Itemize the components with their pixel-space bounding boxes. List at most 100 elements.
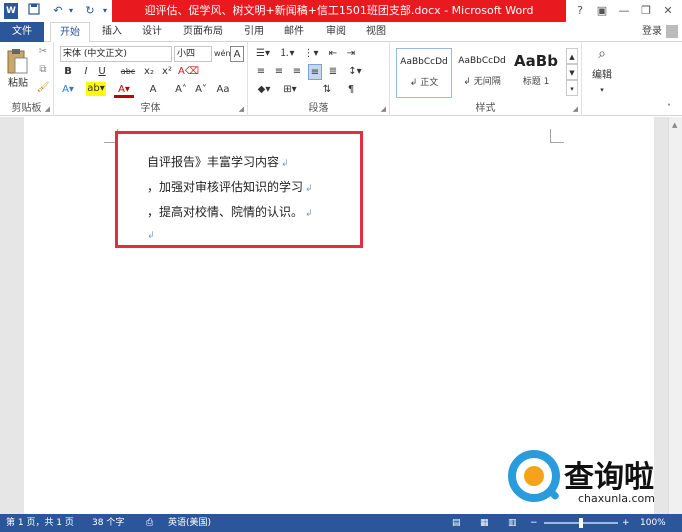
grow-font-button[interactable]: A˄	[172, 82, 190, 98]
web-layout-icon[interactable]: ▥	[508, 514, 517, 532]
read-mode-icon[interactable]: ▤	[452, 514, 461, 532]
tab-review[interactable]: 审阅	[318, 22, 354, 42]
justify-icon[interactable]: ≡	[308, 64, 322, 80]
align-right-icon[interactable]: ≡	[290, 64, 304, 80]
styles-group-label: 样式	[475, 103, 496, 114]
editing-dropdown-icon[interactable]: ▾	[596, 82, 608, 98]
crop-mark	[550, 129, 564, 143]
undo-dropdown-icon[interactable]: ▾	[66, 3, 76, 19]
paragraph-group: ☰▾ ⒈▾ ⋮▾ ⇤ ⇥ ≡ ≡ ≡ ≡ ≣ ↕▾ ◆▾ ⊞▾ ⇅ ¶ 段落 ◢	[248, 42, 390, 116]
word-count[interactable]: 38 个字	[92, 514, 124, 532]
show-marks-icon[interactable]: ¶	[344, 82, 358, 98]
sort-icon[interactable]: ⇅	[318, 82, 336, 98]
proofing-icon[interactable]: ⎙	[146, 514, 153, 532]
bullets-icon[interactable]: ☰▾	[254, 46, 272, 62]
clear-formatting-icon[interactable]: A⌫	[178, 64, 199, 80]
window-title: 迎评估、促学风、树文明+新闻稿+信工1501班团支部.docx - Micros…	[112, 0, 566, 22]
collapse-ribbon-icon[interactable]: ˄	[662, 100, 676, 116]
tab-page-layout[interactable]: 页面布局	[176, 22, 230, 42]
tab-mailings[interactable]: 邮件	[276, 22, 312, 42]
paste-button[interactable]: 粘贴	[4, 76, 32, 92]
watermark-url: chaxunla.com	[578, 492, 655, 505]
word-logo-icon: W	[4, 3, 18, 19]
account-avatar[interactable]	[666, 25, 678, 38]
close-icon[interactable]: ✕	[660, 2, 676, 20]
help-button[interactable]: ?	[572, 2, 588, 20]
strikethrough-button[interactable]: abc	[118, 64, 138, 80]
font-size-combo[interactable]: 小四	[174, 46, 212, 62]
style-no-spacing[interactable]: AaBbCcDd ↲ 无间隔	[454, 48, 510, 98]
paragraph-group-label: 段落	[308, 103, 329, 114]
copy-icon[interactable]: ⧉	[36, 62, 50, 78]
zoom-in-icon[interactable]: +	[622, 514, 630, 532]
style-normal[interactable]: AaBbCcDd ↲ 正文	[396, 48, 452, 98]
ribbon-display-options-icon[interactable]: ▣	[594, 2, 610, 20]
superscript-button[interactable]: x²	[160, 64, 174, 80]
styles-scroll-down-icon[interactable]: ▼	[566, 64, 578, 80]
sign-in-link[interactable]: 登录	[642, 22, 662, 42]
redo-icon[interactable]: ↻	[82, 3, 98, 19]
change-case-icon[interactable]: wén	[214, 46, 231, 62]
binoculars-icon[interactable]: ⌕	[592, 46, 612, 62]
font-color-icon[interactable]: A▾	[114, 82, 134, 98]
decrease-indent-icon[interactable]: ⇤	[326, 46, 340, 62]
zoom-out-icon[interactable]: −	[530, 514, 538, 532]
subscript-button[interactable]: x₂	[142, 64, 156, 80]
watermark-name: 查询啦	[564, 460, 654, 495]
underline-button[interactable]: U	[96, 64, 108, 80]
styles-launcher-icon[interactable]: ◢	[573, 105, 578, 113]
change-case-button[interactable]: Aa	[212, 82, 234, 98]
increase-indent-icon[interactable]: ⇥	[344, 46, 358, 62]
italic-button[interactable]: I	[80, 64, 92, 80]
text-effects-icon[interactable]: A▾	[58, 82, 78, 98]
scroll-up-icon[interactable]: ▲	[672, 121, 677, 129]
char-shading-icon[interactable]: A	[146, 82, 160, 98]
borders-icon[interactable]: ⊞▾	[280, 82, 300, 98]
format-painter-icon[interactable]: 🖌	[36, 80, 50, 96]
tab-home[interactable]: 开始	[50, 22, 90, 43]
watermark-logo: 查询啦 chaxunla.com	[502, 446, 680, 512]
minimize-icon[interactable]: —	[616, 2, 632, 20]
paragraph-launcher-icon[interactable]: ◢	[381, 105, 386, 113]
shrink-font-button[interactable]: A˅	[192, 82, 210, 98]
tab-file[interactable]: 文件	[0, 22, 44, 42]
language-indicator[interactable]: 英语(美国)	[168, 514, 211, 532]
character-border-icon[interactable]: A	[230, 46, 244, 62]
multilevel-list-icon[interactable]: ⋮▾	[302, 46, 320, 62]
status-bar: 第 1 页，共 1 页 38 个字 ⎙ 英语(美国) ▤ ▦ ▥ − + 100…	[0, 514, 682, 532]
paste-icon[interactable]	[6, 48, 28, 76]
align-left-icon[interactable]: ≡	[254, 64, 268, 80]
styles-more-icon[interactable]: ▾	[566, 80, 578, 96]
zoom-slider-thumb[interactable]	[579, 518, 583, 528]
save-icon[interactable]	[26, 3, 42, 19]
editing-group: ⌕ 编辑 ▾	[582, 42, 622, 116]
font-name-combo[interactable]: 宋体 (中文正文)	[60, 46, 172, 62]
page-count[interactable]: 第 1 页，共 1 页	[6, 514, 74, 532]
styles-scroll-up-icon[interactable]: ▲	[566, 48, 578, 64]
print-layout-icon[interactable]: ▦	[480, 514, 489, 532]
numbering-icon[interactable]: ⒈▾	[278, 46, 296, 62]
zoom-level[interactable]: 100%	[640, 514, 666, 532]
restore-icon[interactable]: ❐	[638, 2, 654, 20]
style-heading-1[interactable]: AaBb 标题 1	[512, 48, 560, 98]
font-group-label: 字体	[140, 103, 161, 114]
styles-group: AaBbCcDd ↲ 正文 AaBbCcDd ↲ 无间隔 AaBb 标题 1 ▲…	[390, 42, 582, 116]
tab-design[interactable]: 设计	[134, 22, 170, 42]
font-group: 宋体 (中文正文) 小四 wén A B I U abc x₂ x² A⌫ A▾…	[54, 42, 248, 116]
highlight-color-icon[interactable]: ab▾	[86, 82, 106, 96]
clipboard-launcher-icon[interactable]: ◢	[45, 105, 50, 113]
tab-references[interactable]: 引用	[236, 22, 272, 42]
tab-view[interactable]: 视图	[358, 22, 394, 42]
tab-insert[interactable]: 插入	[94, 22, 130, 42]
bold-button[interactable]: B	[62, 64, 74, 80]
undo-icon[interactable]: ↶	[50, 3, 66, 19]
customize-qat-icon[interactable]: ▾	[100, 3, 110, 19]
distributed-icon[interactable]: ≣	[326, 64, 340, 80]
shading-icon[interactable]: ◆▾	[254, 82, 274, 98]
line-spacing-icon[interactable]: ↕▾	[346, 64, 364, 80]
font-launcher-icon[interactable]: ◢	[239, 105, 244, 113]
align-center-icon[interactable]: ≡	[272, 64, 286, 80]
style-preview: AaBbCcDd	[458, 56, 506, 66]
cut-icon[interactable]: ✂	[36, 44, 50, 60]
title-bar: W ↶ ▾ ↻ ▾ 迎评估、促学风、树文明+新闻稿+信工1501班团支部.doc…	[0, 0, 682, 22]
